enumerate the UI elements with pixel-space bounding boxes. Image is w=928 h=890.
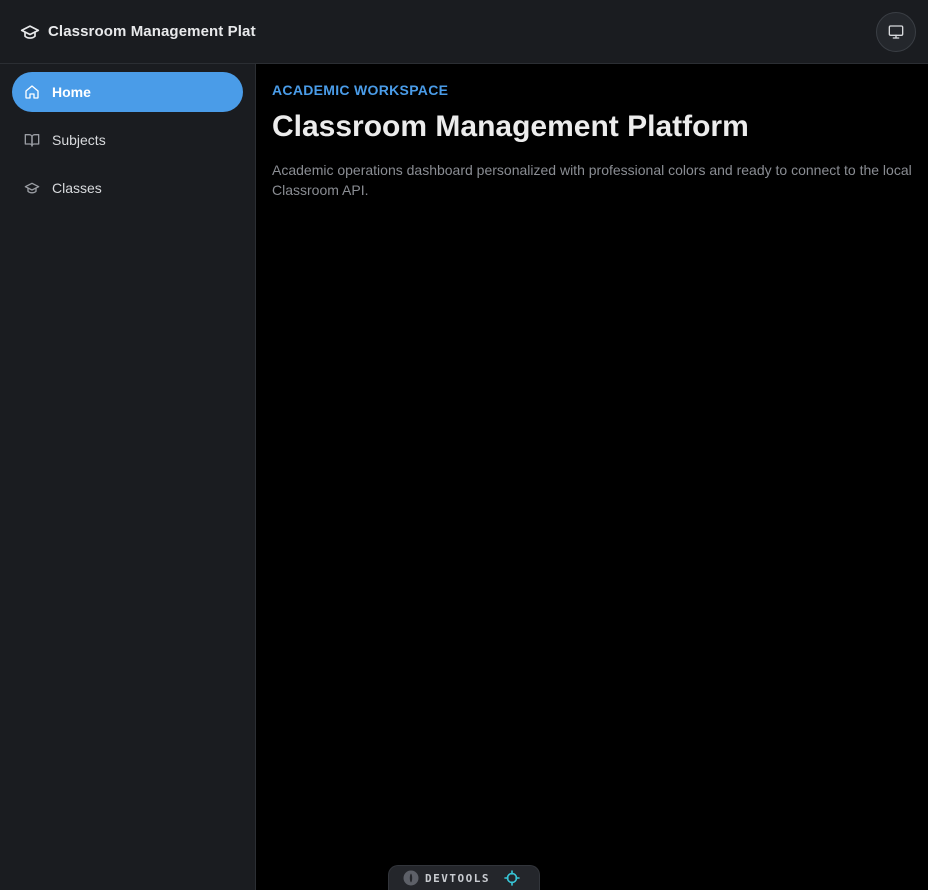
home-icon — [24, 84, 40, 100]
devtools-logo-icon — [403, 870, 419, 886]
book-icon — [24, 132, 40, 148]
brand: Classroom Management Platform — [20, 0, 256, 63]
sidebar-item-label: Classes — [52, 180, 102, 196]
devtools-toggle[interactable]: DEVTOOLS — [388, 865, 540, 890]
app-title: Classroom Management Platform — [48, 23, 256, 40]
section-eyebrow: ACADEMIC WORKSPACE — [272, 82, 449, 98]
sidebar-item-label: Home — [52, 84, 91, 100]
crosshair-icon[interactable] — [504, 870, 520, 886]
sidebar: Home Subjects Classes — [0, 64, 256, 890]
page-description: Academic operations dashboard personaliz… — [272, 162, 912, 198]
sidebar-item-subjects[interactable]: Subjects — [12, 120, 243, 160]
display-mode-button[interactable] — [876, 12, 916, 52]
sidebar-item-classes[interactable]: Classes — [12, 168, 243, 208]
graduation-cap-icon — [20, 22, 40, 42]
monitor-icon — [888, 24, 904, 40]
graduation-cap-icon — [24, 180, 40, 196]
sidebar-item-home[interactable]: Home — [12, 72, 243, 112]
app-root: Classroom Management Platform Home — [0, 0, 928, 890]
top-header: Classroom Management Platform — [0, 0, 928, 64]
devtools-label: DEVTOOLS — [425, 871, 490, 885]
page-title: Classroom Management Platform — [272, 110, 749, 143]
sidebar-item-label: Subjects — [52, 132, 106, 148]
